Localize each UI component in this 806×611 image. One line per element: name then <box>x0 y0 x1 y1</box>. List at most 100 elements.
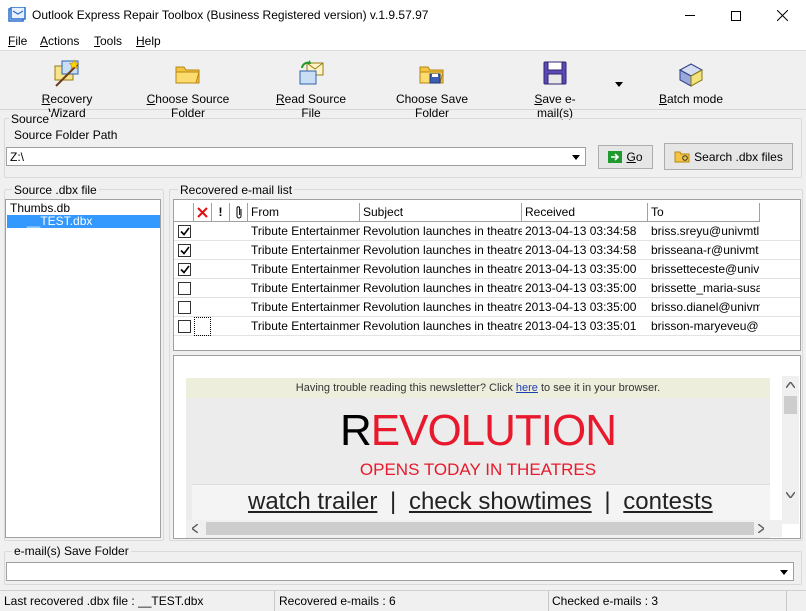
newsletter-subhead: OPENS TODAY IN THEATRES <box>359 460 597 479</box>
cell-received: 2013-04-13 03:35:00 <box>525 262 637 276</box>
newsletter-body: REVOLUTION OPENS TODAY IN THEATRES watch… <box>186 398 770 538</box>
email-row[interactable]: Tribute Entertainment Revolution launches… <box>174 222 800 241</box>
header-received-column[interactable]: Received <box>522 203 648 222</box>
view-in-browser-link[interactable]: here <box>516 382 538 394</box>
save-folder-label: e-mail(s) Save Folder <box>12 544 131 558</box>
cell-subject: Revolution launches in theatres <box>363 319 522 333</box>
preview-hscroll-thumb[interactable] <box>206 522 754 535</box>
status-recovered-count: Recovered e-mails : 6 <box>279 594 396 608</box>
email-row-checkbox[interactable] <box>178 225 191 238</box>
close-icon <box>776 10 788 21</box>
menu-bar: File Actions Tools Help <box>0 31 806 51</box>
status-checked-count: Checked e-mails : 3 <box>552 594 659 608</box>
checkmark-icon <box>179 265 190 274</box>
email-row[interactable]: Tribute Entertainment Revolution launches… <box>174 298 800 317</box>
maximize-icon <box>731 10 741 21</box>
dbx-file-group-label: Source .dbx file <box>12 183 99 197</box>
cell-received: 2013-04-13 03:35:01 <box>525 319 637 333</box>
cell-from: Tribute Entertainment <box>251 243 360 257</box>
email-row[interactable]: Tribute Entertainment Revolution launches… <box>174 317 800 336</box>
email-preview[interactable]: Having trouble reading this newsletter? … <box>173 355 801 539</box>
header-deleted-column[interactable] <box>194 203 212 222</box>
dbx-file-item-selected[interactable]: __TEST.dbx <box>7 215 160 228</box>
preview-scroll-thumb[interactable] <box>784 396 797 414</box>
cell-received: 2013-04-13 03:35:00 <box>525 281 637 295</box>
minimize-button[interactable] <box>667 0 713 31</box>
menu-actions[interactable]: Actions <box>40 34 79 48</box>
preview-horizontal-scrollbar[interactable] <box>186 520 782 537</box>
header-attachment-column[interactable] <box>230 203 248 222</box>
batch-mode-button[interactable]: Batch mode <box>658 58 724 106</box>
choose-source-folder-button[interactable]: Choose Source Folder <box>133 58 243 120</box>
save-emails-button[interactable]: Save e-mail(s) <box>517 58 593 120</box>
email-row-checkbox[interactable] <box>178 263 191 276</box>
check-showtimes-link[interactable]: check showtimes <box>409 488 592 515</box>
source-folder-path-input[interactable] <box>6 147 586 166</box>
email-list-group-label: Recovered e-mail list <box>178 183 295 197</box>
wizard-icon <box>54 59 80 87</box>
window-title: Outlook Express Repair Toolbox (Business… <box>32 8 429 22</box>
email-row[interactable]: Tribute Entertainment Revolution launches… <box>174 260 800 279</box>
menu-tools[interactable]: Tools <box>94 34 122 48</box>
go-arrow-icon <box>608 151 623 163</box>
app-icon <box>8 7 26 22</box>
menu-help[interactable]: Help <box>136 34 161 48</box>
email-grid[interactable]: ! From Subject Received To Tribute Enter… <box>173 199 801 351</box>
deleted-x-icon <box>197 206 208 218</box>
go-button[interactable]: Go <box>598 145 653 169</box>
email-row[interactable]: Tribute Entertainment Revolution launches… <box>174 241 800 260</box>
cell-from: Tribute Entertainment <box>251 224 360 238</box>
maximize-button[interactable] <box>713 0 759 31</box>
save-folder-dropdown[interactable] <box>776 563 792 581</box>
scroll-right-icon <box>758 524 764 533</box>
title-bar: Outlook Express Repair Toolbox (Business… <box>0 0 806 31</box>
cell-subject: Revolution launches in theatres <box>363 243 522 257</box>
minimize-icon <box>685 15 695 16</box>
cell-from: Tribute Entertainment <box>251 262 360 276</box>
preview-vertical-scrollbar[interactable] <box>782 376 799 524</box>
header-from-column[interactable]: From <box>248 203 360 222</box>
cell-from: Tribute Entertainment <box>251 300 360 314</box>
header-check-column[interactable] <box>174 203 194 222</box>
cell-to: briss.sreyu@univmtl <box>651 224 760 238</box>
cell-subject: Revolution launches in theatres <box>363 262 522 276</box>
save-folder-input[interactable] <box>6 562 794 581</box>
watch-trailer-link[interactable]: watch trailer <box>248 488 377 515</box>
trouble-reading-banner: Having trouble reading this newsletter? … <box>186 378 770 398</box>
header-priority-column[interactable]: ! <box>212 203 230 222</box>
folder-icon <box>175 66 200 84</box>
cell-from: Tribute Entertainment <box>251 319 360 333</box>
close-button[interactable] <box>759 0 805 31</box>
cell-to: brisseana-r@univmt <box>651 243 759 257</box>
dbx-file-list[interactable]: Thumbs.db __TEST.dbx <box>5 199 161 538</box>
email-row-checkbox[interactable] <box>178 320 191 333</box>
cell-to: brissetteceste@univ <box>651 262 760 276</box>
search-dbx-files-button[interactable]: Search .dbx files <box>664 143 793 170</box>
source-folder-path-label: Source Folder Path <box>12 128 120 142</box>
scroll-down-icon <box>786 492 795 498</box>
toolbar: Recovery Wizard Choose Source Folder Rea… <box>0 52 806 120</box>
scroll-left-icon <box>192 524 198 533</box>
floppy-icon <box>543 61 567 85</box>
newsletter-links: watch trailer | check showtimes | contes… <box>192 484 770 520</box>
save-folder-icon <box>419 66 444 84</box>
cell-subject: Revolution launches in theatres <box>363 281 522 295</box>
cell-to: brissette_maria-susa <box>651 281 760 295</box>
menu-file[interactable]: File <box>8 34 27 48</box>
recovery-wizard-button[interactable]: Recovery Wizard <box>24 58 110 120</box>
email-row-checkbox[interactable] <box>178 244 191 257</box>
save-options-dropdown[interactable] <box>615 76 627 88</box>
read-file-icon <box>299 60 324 85</box>
choose-save-folder-button[interactable]: Choose Save Folder <box>380 58 484 120</box>
status-bar: Last recovered .dbx file : __TEST.dbx Re… <box>0 590 806 611</box>
header-to-column[interactable]: To <box>648 203 760 222</box>
read-source-file-button[interactable]: Read Source File <box>268 58 354 120</box>
email-row-checkbox[interactable] <box>178 282 191 295</box>
header-subject-column[interactable]: Subject <box>360 203 522 222</box>
email-row[interactable]: Tribute Entertainment Revolution launches… <box>174 279 800 298</box>
email-row-checkbox[interactable] <box>178 301 191 314</box>
source-folder-path-dropdown[interactable] <box>568 148 584 166</box>
chevron-down-icon <box>780 569 788 575</box>
contests-link[interactable]: contests <box>623 488 712 515</box>
checkmark-icon <box>179 227 190 236</box>
